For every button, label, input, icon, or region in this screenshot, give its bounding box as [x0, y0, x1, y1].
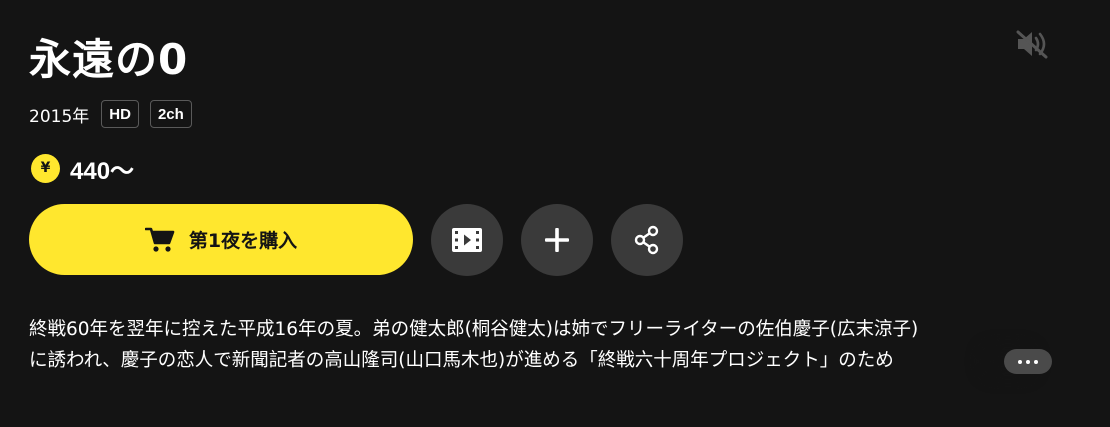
price-amount: 440〜	[70, 157, 135, 185]
release-year: 2015年	[29, 106, 90, 127]
buy-button-label: 第1夜を購入	[188, 230, 298, 252]
add-to-list-icon	[545, 228, 569, 252]
share-icon	[634, 225, 659, 255]
mute-button[interactable]	[1014, 27, 1050, 61]
trailer-button[interactable]	[431, 204, 503, 276]
audio-badge: 2ch	[149, 100, 192, 128]
page-title: 永遠の0	[29, 35, 189, 84]
share-button[interactable]	[611, 204, 683, 276]
meta-row: 2015年 HD 2ch	[29, 98, 203, 130]
price-row: ¥ 440〜	[31, 151, 134, 185]
mute-icon	[1016, 30, 1048, 59]
synopsis-line-1: 終戦60年を翌年に控えた平成16年の夏。弟の健太郎(桐谷健太)は姉でフリーライタ…	[29, 319, 919, 340]
buy-button[interactable]: 第1夜を購入	[29, 204, 413, 275]
yen-icon: ¥	[31, 153, 60, 183]
title-detail-page: 永遠の0 2015年 HD 2ch ¥ 440〜 第1夜を購入 終戦60年を翌年…	[0, 0, 1110, 427]
more-button[interactable]	[1004, 349, 1052, 374]
trailer-icon	[452, 228, 482, 252]
quality-badge: HD	[101, 100, 139, 128]
synopsis: 終戦60年を翌年に控えた平成16年の夏。弟の健太郎(桐谷健太)は姉でフリーライタ…	[29, 314, 1051, 376]
synopsis-line-2: に誘われ、慶子の恋人で新聞記者の高山隆司(山口馬木也)が進める「終戦六十周年プロ…	[29, 350, 894, 371]
cart-icon	[144, 225, 177, 255]
add-to-list-button[interactable]	[521, 204, 593, 276]
more-icon	[1018, 359, 1022, 364]
